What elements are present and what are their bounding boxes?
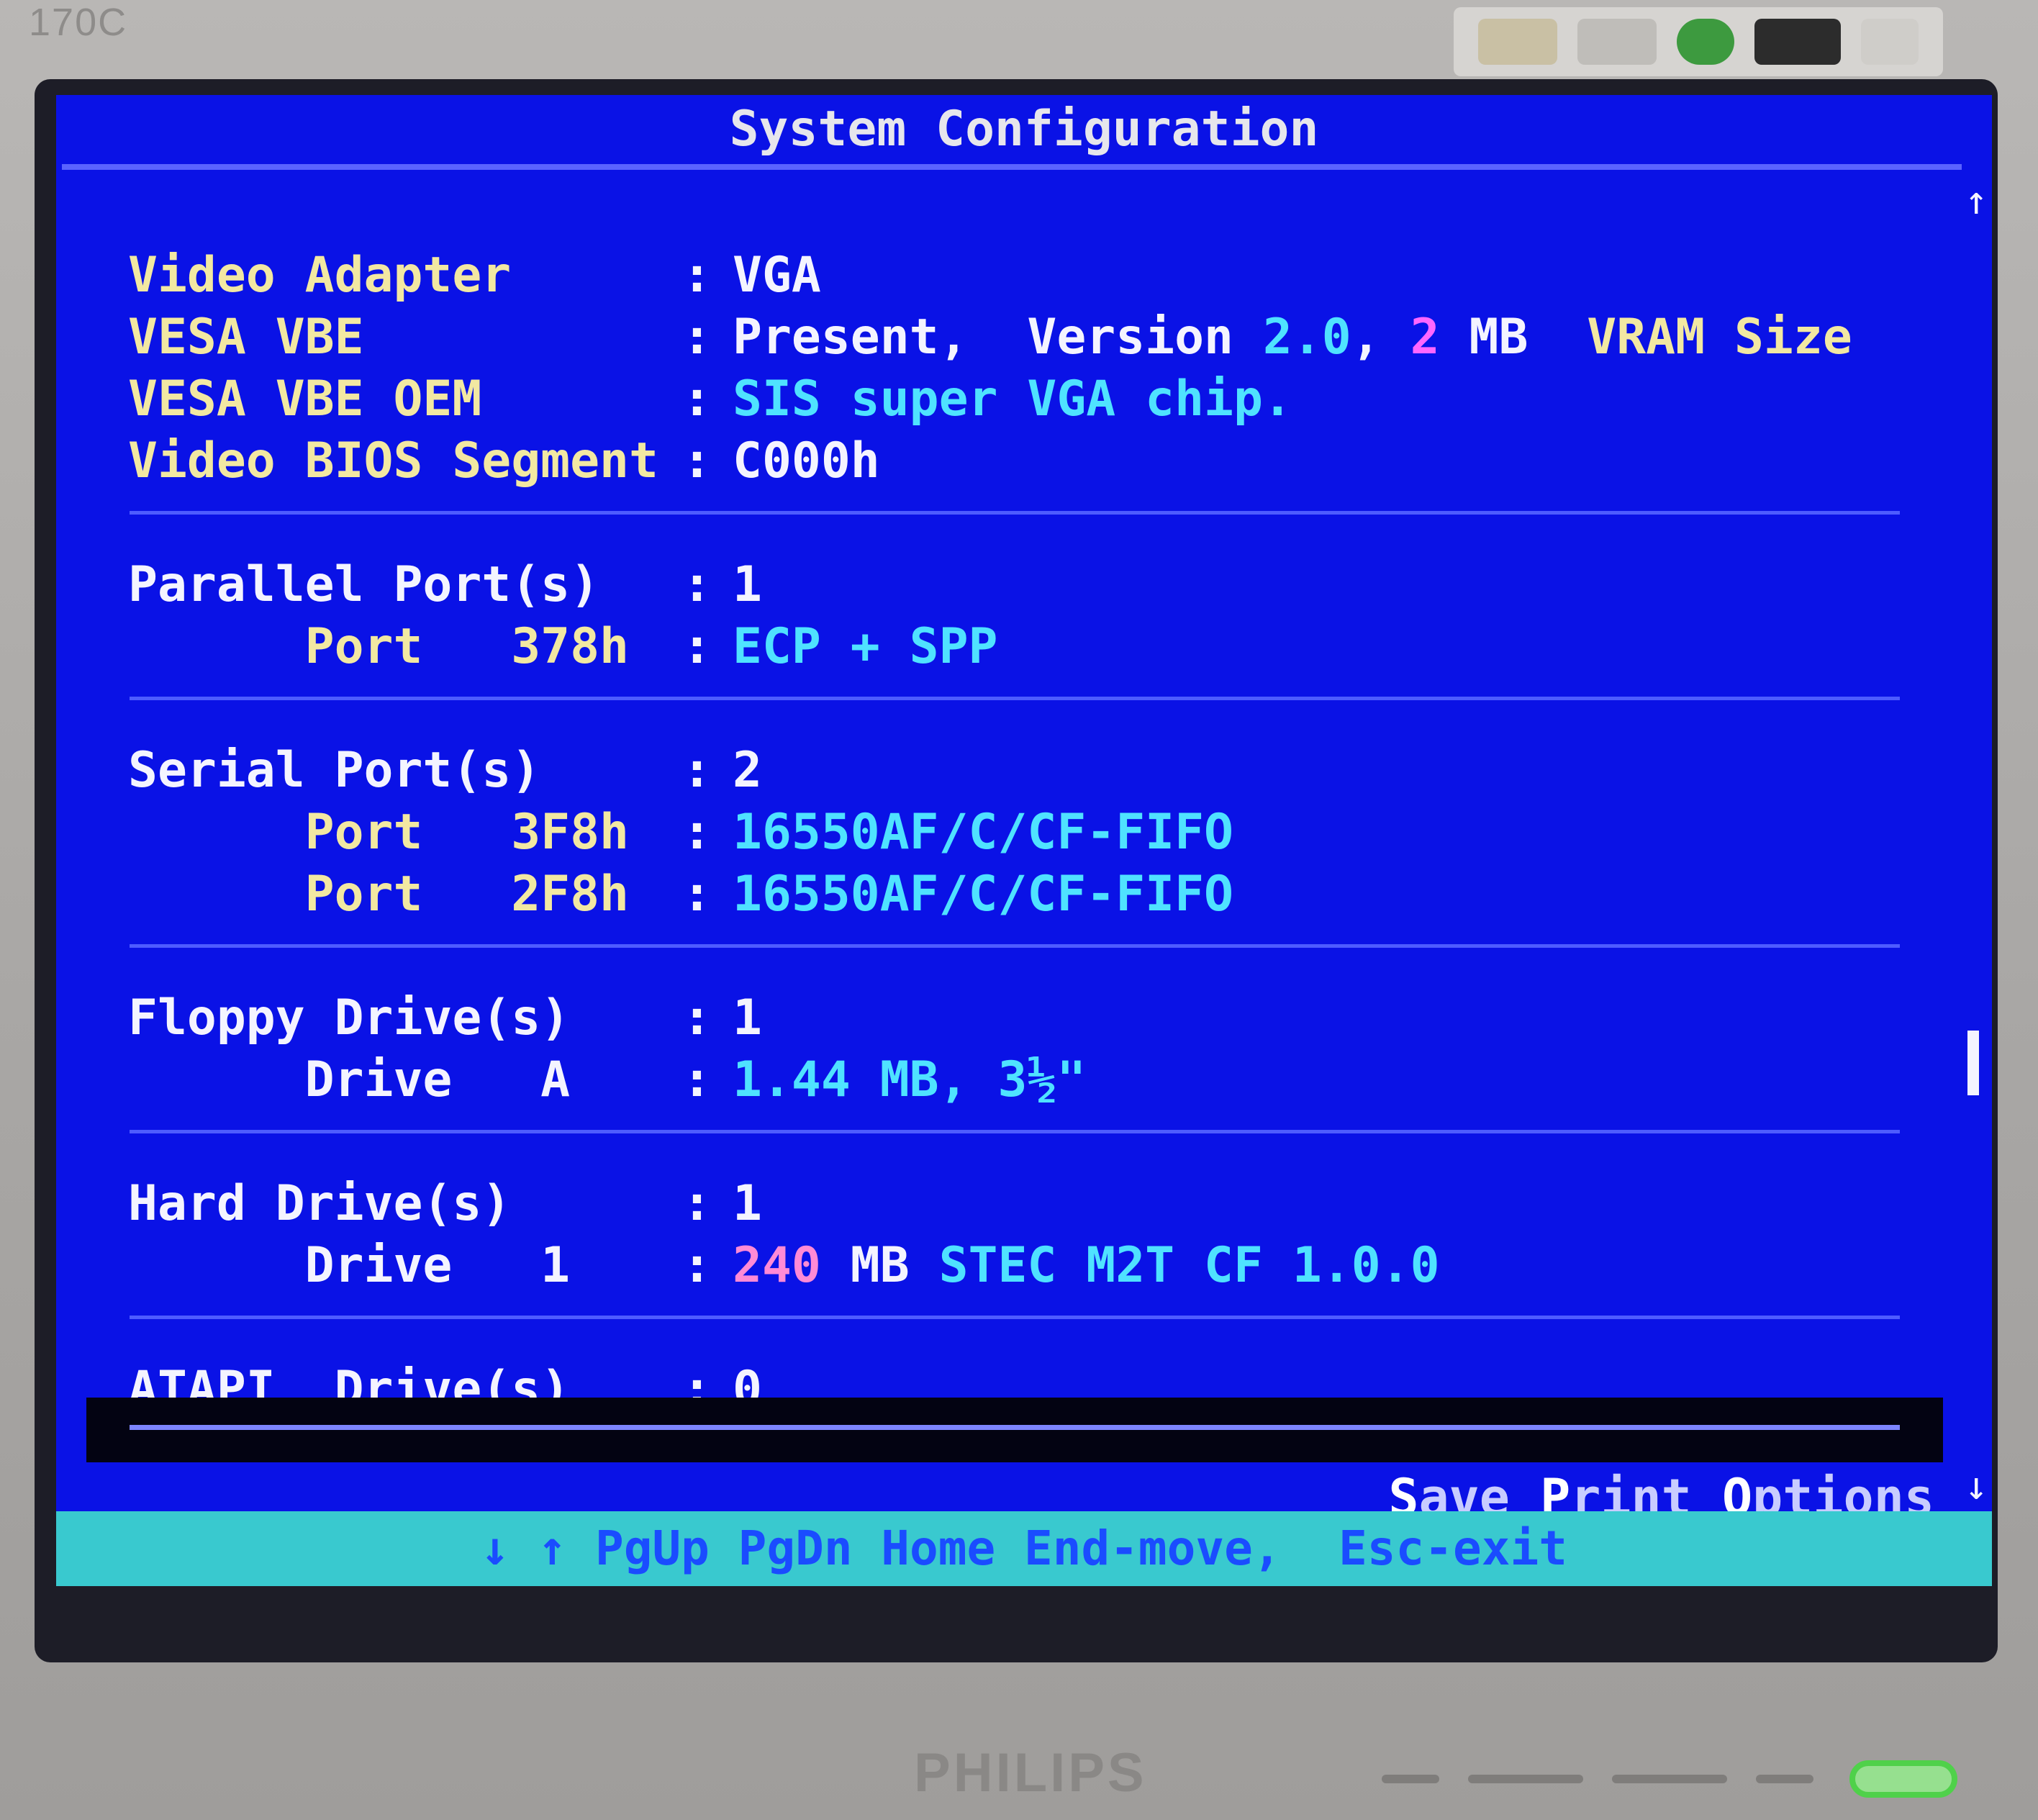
config-colon: : xyxy=(682,556,712,613)
monitor-control-button[interactable] xyxy=(1756,1775,1813,1783)
section-divider xyxy=(130,697,1900,700)
config-value: Present, Version 2.0, 2 MB VRAM Size xyxy=(733,307,1852,368)
scroll-up-arrow-icon[interactable]: ↑ xyxy=(1965,181,1988,220)
config-value-segment: VGA xyxy=(733,247,821,304)
config-value: C000h xyxy=(733,430,880,492)
config-value-segment: 16550AF/C/CF-FIFO xyxy=(733,866,1233,923)
section-divider xyxy=(130,944,1900,948)
config-label: VESA VBE OEM xyxy=(128,371,482,427)
config-value: 1 xyxy=(733,987,762,1049)
status-bar: ↓ ↑ PgUp PgDn Home End-move, Esc-exit xyxy=(56,1511,1992,1586)
config-value-segment: , xyxy=(1351,309,1410,366)
config-colon: : xyxy=(682,433,712,489)
config-value-segment: ECP + SPP xyxy=(733,618,998,675)
config-value: 16550AF/C/CF-FIFO xyxy=(733,802,1233,864)
config-value-segment: STEC M2T CF 1.0.0 xyxy=(938,1237,1440,1294)
config-value: 1 xyxy=(733,554,762,616)
config-value: 2 xyxy=(733,740,762,802)
badge-logo-icon xyxy=(1478,19,1557,65)
config-colon: : xyxy=(682,618,712,675)
config-label: Serial Port(s) xyxy=(128,742,541,799)
config-colon: : xyxy=(682,371,712,427)
config-colon: : xyxy=(682,1175,712,1232)
config-value-segment: 1.44 MB, 3½" xyxy=(733,1051,1087,1108)
config-value-segment: 1 xyxy=(733,990,762,1046)
config-value-segment: 2.0 xyxy=(1262,309,1351,366)
bottom-divider xyxy=(130,1425,1900,1430)
config-label: Drive 1 xyxy=(128,1237,571,1294)
monitor-control-button[interactable] xyxy=(1612,1775,1727,1783)
config-value-segment: 240 xyxy=(733,1237,821,1294)
title-divider xyxy=(62,164,1962,170)
bios-screen: System Configuration Video Adapter: VGA VE… xyxy=(56,95,1992,1586)
config-colon: : xyxy=(682,247,712,304)
config-value-segment: 1 xyxy=(733,556,762,613)
config-value-segment: 16550AF/C/CF-FIFO xyxy=(733,804,1233,861)
page-title: System Configuration xyxy=(729,101,1319,158)
scrollbar[interactable]: ↑ ↓ xyxy=(1965,167,1988,1506)
power-button[interactable] xyxy=(1849,1760,1957,1798)
config-colon: : xyxy=(682,309,712,366)
config-label: Video BIOS Segment xyxy=(128,433,658,489)
config-value-segment: 1 xyxy=(733,1175,762,1232)
config-value-segment: VRAM Size xyxy=(1587,309,1852,366)
config-colon: : xyxy=(682,742,712,799)
config-label: VESA VBE xyxy=(128,309,364,366)
section-divider xyxy=(130,511,1900,515)
config-value: ECP + SPP xyxy=(733,616,997,678)
config-colon: : xyxy=(682,1237,712,1294)
config-value-segment: MB xyxy=(820,1237,939,1294)
config-value-segment: Present, Version xyxy=(733,309,1263,366)
config-colon: : xyxy=(682,804,712,861)
config-label: Port 378h xyxy=(128,618,629,675)
config-value-segment: 2 xyxy=(1410,309,1440,366)
config-value: 1 xyxy=(733,1173,762,1235)
built-in-logo-icon xyxy=(1577,19,1657,65)
config-label: Port 3F8h xyxy=(128,804,629,861)
config-label: Port 2F8h xyxy=(128,866,629,923)
config-colon: : xyxy=(682,1051,712,1108)
config-value: VGA xyxy=(733,245,821,307)
config-colon: : xyxy=(682,990,712,1046)
config-value: 16550AF/C/CF-FIFO xyxy=(733,864,1233,925)
config-value-segment: 2 xyxy=(733,742,762,799)
section-divider xyxy=(130,1130,1900,1133)
config-label: Parallel Port(s) xyxy=(128,556,600,613)
config-label: Drive A xyxy=(128,1051,571,1108)
config-value: 1.44 MB, 3½" xyxy=(733,1049,1086,1111)
section-divider xyxy=(130,1316,1900,1319)
certification-logo-icon xyxy=(1861,19,1919,65)
monitor-control-button[interactable] xyxy=(1382,1775,1439,1783)
scroll-thumb[interactable] xyxy=(1967,1031,1979,1095)
scroll-down-arrow-icon[interactable]: ↓ xyxy=(1965,1467,1988,1506)
config-value-segment: C000h xyxy=(733,433,880,489)
srgb-logo-icon xyxy=(1754,19,1841,65)
energy-logo-icon xyxy=(1677,19,1734,65)
config-label: Hard Drive(s) xyxy=(128,1175,512,1232)
config-value-segment: SIS super VGA chip. xyxy=(733,371,1292,427)
config-label: Video Adapter xyxy=(128,247,512,304)
monitor-logo-strip xyxy=(1454,7,1943,76)
bottom-band xyxy=(86,1398,1943,1462)
config-value-segment: MB xyxy=(1439,309,1588,366)
config-value: SIS super VGA chip. xyxy=(733,368,1292,430)
config-colon: : xyxy=(682,866,712,923)
monitor-control-button[interactable] xyxy=(1468,1775,1583,1783)
config-value: 240 MB STEC M2T CF 1.0.0 xyxy=(733,1235,1440,1297)
monitor-brand: PHILIPS xyxy=(914,1742,1147,1803)
monitor-model-label: 170C xyxy=(29,1,128,44)
config-label: Floppy Drive(s) xyxy=(128,990,571,1046)
